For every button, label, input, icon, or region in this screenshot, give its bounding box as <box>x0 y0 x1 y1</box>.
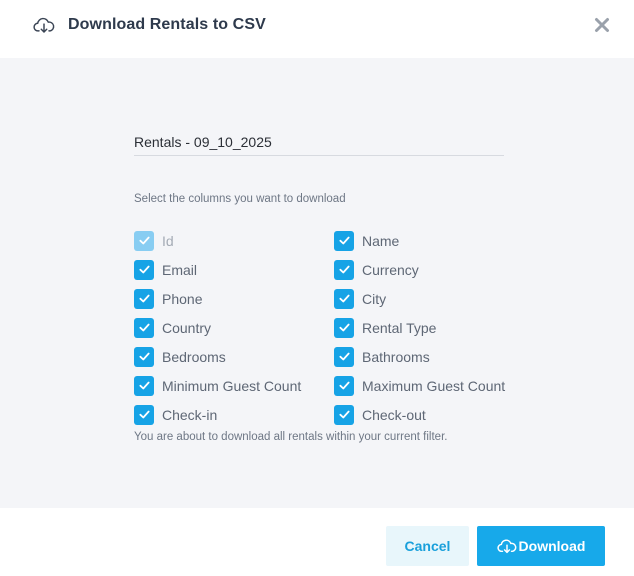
column-option-rental-type[interactable]: Rental Type <box>334 313 505 342</box>
checkbox[interactable] <box>334 230 354 251</box>
column-option-currency[interactable]: Currency <box>334 255 505 284</box>
column-option-label: Currency <box>362 261 419 278</box>
checkbox[interactable] <box>334 288 354 309</box>
column-option-bedrooms[interactable]: Bedrooms <box>134 342 301 371</box>
checkmark-icon <box>338 265 350 274</box>
checkbox[interactable] <box>334 375 354 396</box>
column-option-id: Id <box>134 226 301 255</box>
checkbox[interactable] <box>134 404 154 425</box>
download-button-label: Download <box>518 538 586 554</box>
column-option-check-in[interactable]: Check-in <box>134 400 301 429</box>
checkmark-icon <box>138 381 150 390</box>
checkbox[interactable] <box>134 317 154 338</box>
checkbox[interactable] <box>134 288 154 309</box>
column-option-city[interactable]: City <box>334 284 505 313</box>
column-option-maximum-guest-count[interactable]: Maximum Guest Count <box>334 371 505 400</box>
modal-header: Download Rentals to CSV <box>0 0 634 58</box>
checkmark-icon <box>338 352 350 361</box>
filter-note: You are about to download all rentals wi… <box>134 431 448 443</box>
checkbox[interactable] <box>334 259 354 280</box>
checkmark-icon <box>338 410 350 419</box>
checkmark-icon <box>138 294 150 303</box>
checkmark-icon <box>138 352 150 361</box>
column-option-label: Minimum Guest Count <box>162 377 302 394</box>
column-option-check-out[interactable]: Check-out <box>334 400 505 429</box>
checkmark-icon <box>338 323 350 332</box>
checkbox[interactable] <box>134 259 154 280</box>
checkbox[interactable] <box>334 346 354 367</box>
column-option-label: Id <box>162 232 174 249</box>
column-option-minimum-guest-count[interactable]: Minimum Guest Count <box>134 371 301 400</box>
checkmark-icon <box>138 265 150 274</box>
column-option-email[interactable]: Email <box>134 255 301 284</box>
column-option-label: Bedrooms <box>162 348 226 365</box>
column-option-label: City <box>362 290 387 307</box>
checkbox[interactable] <box>334 317 354 338</box>
column-option-phone[interactable]: Phone <box>134 284 301 313</box>
column-option-name[interactable]: Name <box>334 226 505 255</box>
columns-hint: Select the columns you want to download <box>134 193 346 205</box>
column-option-label: Email <box>162 261 198 278</box>
column-option-label: Rental Type <box>362 319 437 336</box>
cancel-button[interactable]: Cancel <box>386 526 469 566</box>
column-option-label: Country <box>162 319 212 336</box>
checkmark-icon <box>338 381 350 390</box>
column-option-label: Maximum Guest Count <box>362 377 506 394</box>
close-icon[interactable] <box>592 15 612 35</box>
column-option-bathrooms[interactable]: Bathrooms <box>334 342 505 371</box>
checkbox[interactable] <box>334 404 354 425</box>
filename-input[interactable] <box>134 134 504 156</box>
column-option-label: Check-in <box>162 406 218 423</box>
checkmark-icon <box>338 294 350 303</box>
column-option-label: Phone <box>162 290 203 307</box>
columns-left-list: Id Email Phone Country Bedrooms Minimum Guest… <box>134 226 301 429</box>
checkbox[interactable] <box>134 346 154 367</box>
checkbox[interactable] <box>134 375 154 396</box>
checkmark-icon <box>138 236 150 245</box>
cloud-download-icon <box>496 537 517 555</box>
cloud-download-icon <box>33 15 55 35</box>
checkbox <box>134 230 154 251</box>
column-option-label: Name <box>362 232 400 249</box>
checkmark-icon <box>138 323 150 332</box>
download-button[interactable]: Download <box>477 526 605 566</box>
column-option-label: Bathrooms <box>362 348 430 365</box>
modal-title: Download Rentals to CSV <box>68 16 266 33</box>
checkmark-icon <box>338 236 350 245</box>
column-option-label: Check-out <box>362 406 426 423</box>
column-option-country[interactable]: Country <box>134 313 301 342</box>
checkmark-icon <box>138 410 150 419</box>
modal-footer: Cancel Download <box>0 508 634 576</box>
columns-right-list: Name Currency City Rental Type Bathrooms Maxi… <box>334 226 505 429</box>
modal-body: Select the columns you want to download … <box>0 58 634 508</box>
